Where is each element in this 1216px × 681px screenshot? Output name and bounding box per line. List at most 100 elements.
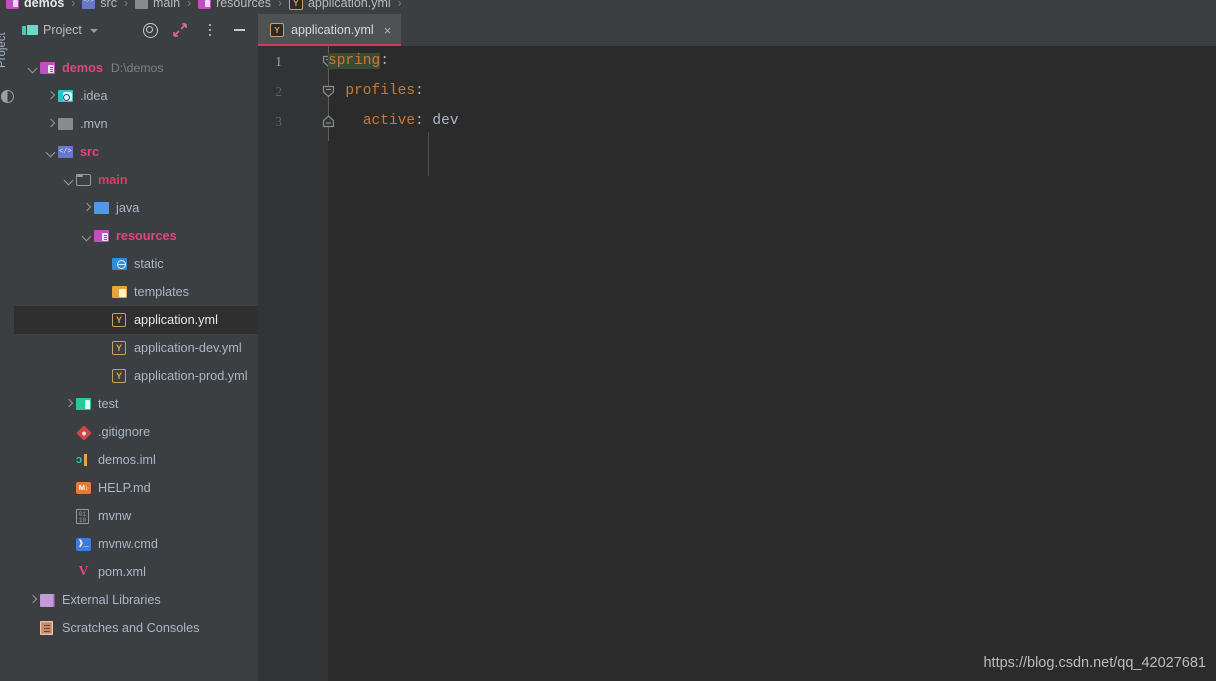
resources-folder-icon bbox=[198, 0, 212, 9]
yaml-colon: : bbox=[415, 83, 424, 99]
breadcrumb-label: main bbox=[152, 0, 181, 10]
tree-row[interactable]: static bbox=[14, 250, 258, 278]
structure-icon[interactable] bbox=[1, 90, 14, 103]
yaml-colon: : bbox=[380, 53, 389, 69]
breadcrumb-item-application-yml[interactable]: Y application.yml bbox=[288, 0, 391, 10]
breadcrumb-label: resources bbox=[216, 0, 271, 10]
tree-row[interactable]: test bbox=[14, 390, 258, 418]
tree-node-label: application-dev.yml bbox=[134, 341, 242, 355]
project-panel-header: Project bbox=[14, 14, 258, 46]
breadcrumb-separator: › bbox=[277, 0, 282, 10]
folder-magenta-icon bbox=[6, 0, 19, 9]
chevron-down-icon[interactable] bbox=[89, 28, 98, 33]
editor-gutter[interactable]: 1 2 3 bbox=[258, 46, 328, 681]
breadcrumb-item-demos[interactable]: demos bbox=[6, 0, 64, 10]
tree-row[interactable]: ɔ demos.iml bbox=[14, 446, 258, 474]
chevron-right-icon[interactable] bbox=[80, 201, 94, 215]
code-editor[interactable]: 1 2 3 spring: profiles: active: dev http… bbox=[258, 46, 1216, 681]
scratches-icon bbox=[40, 620, 57, 636]
test-folder-icon bbox=[76, 396, 93, 412]
tree-row[interactable]: .idea bbox=[14, 82, 258, 110]
yaml-file-icon: Y bbox=[288, 0, 303, 10]
tree-row[interactable]: java bbox=[14, 194, 258, 222]
breadcrumb: demos › src › main › resources › Y appli… bbox=[0, 0, 1216, 14]
tree-node-label: .gitignore bbox=[98, 425, 151, 439]
tool-strip-project-button[interactable]: Project bbox=[0, 32, 8, 68]
tree-row[interactable]: demos D:\demos bbox=[14, 54, 258, 82]
watermark-text: https://blog.csdn.net/qq_42027681 bbox=[983, 655, 1206, 671]
tree-node-label: templates bbox=[134, 285, 190, 299]
tab-application-yml[interactable]: Y application.yml × bbox=[258, 14, 402, 46]
tree-node-label: mvnw.cmd bbox=[98, 537, 158, 551]
yaml-key: profiles bbox=[345, 83, 416, 99]
tree-row[interactable]: Yapplication-prod.yml bbox=[14, 362, 258, 390]
breadcrumb-item-src[interactable]: src bbox=[82, 0, 117, 10]
breadcrumb-label: demos bbox=[24, 0, 65, 10]
yaml-key: active bbox=[362, 113, 416, 129]
tree-node-label: Scratches and Consoles bbox=[62, 621, 200, 635]
close-icon[interactable]: × bbox=[384, 24, 392, 37]
code-content[interactable]: spring: profiles: active: dev bbox=[328, 46, 1216, 681]
options-button[interactable] bbox=[202, 22, 218, 38]
breadcrumb-item-resources[interactable]: resources bbox=[198, 0, 271, 10]
select-opened-file-button[interactable] bbox=[142, 22, 158, 38]
hide-button[interactable] bbox=[232, 22, 248, 38]
tree-row[interactable]: resources bbox=[14, 222, 258, 250]
tree-row[interactable]: Yapplication.yml bbox=[14, 306, 258, 334]
tree-row[interactable]: M↓ HELP.md bbox=[14, 474, 258, 502]
breadcrumb-separator: › bbox=[71, 0, 76, 10]
tree-row[interactable]: ❱_ mvnw.cmd bbox=[14, 530, 258, 558]
project-tree[interactable]: demos D:\demos.idea .mvn src main java resourc… bbox=[14, 54, 258, 681]
line-number: 3 bbox=[275, 114, 282, 129]
chevron-right-icon[interactable] bbox=[62, 397, 76, 411]
external-libraries-icon bbox=[40, 592, 57, 608]
source-root-folder-icon bbox=[58, 144, 75, 160]
markdown-file-icon: M↓ bbox=[76, 480, 93, 496]
templates-folder-icon bbox=[112, 284, 129, 300]
project-panel-title-group[interactable]: Project bbox=[22, 23, 98, 37]
code-line[interactable]: spring: bbox=[328, 46, 389, 76]
chevron-down-icon[interactable] bbox=[62, 173, 76, 187]
collapse-all-button[interactable] bbox=[172, 22, 188, 38]
yaml-file-icon: Y bbox=[112, 340, 129, 356]
tree-row[interactable]: Vpom.xml bbox=[14, 558, 258, 586]
tree-row[interactable]: templates bbox=[14, 278, 258, 306]
chevron-right-icon[interactable] bbox=[44, 117, 58, 131]
tree-row[interactable]: Yapplication-dev.yml bbox=[14, 334, 258, 362]
chevron-down-icon[interactable] bbox=[80, 229, 94, 243]
tree-row[interactable]: src bbox=[14, 138, 258, 166]
tree-row[interactable]: main bbox=[14, 166, 258, 194]
java-source-folder-icon bbox=[94, 200, 111, 216]
breadcrumb-label: src bbox=[100, 0, 117, 10]
chevron-right-icon[interactable] bbox=[44, 89, 58, 103]
collapse-all-icon bbox=[173, 23, 187, 37]
tree-node-label: resources bbox=[116, 229, 177, 243]
tree-node-path: D:\demos bbox=[110, 61, 164, 75]
chevron-right-icon[interactable] bbox=[26, 593, 40, 607]
breadcrumb-item-main[interactable]: main bbox=[134, 0, 181, 10]
tree-node-label: .mvn bbox=[80, 117, 108, 131]
yaml-colon: : bbox=[415, 113, 424, 129]
yaml-indent bbox=[328, 113, 363, 129]
editor-tab-bar: Y application.yml × bbox=[258, 14, 1216, 46]
source-root-icon bbox=[82, 0, 96, 9]
shell-script-file-icon: 01 10 bbox=[76, 508, 93, 524]
gitignore-file-icon bbox=[76, 424, 93, 441]
tree-node-label: static bbox=[134, 257, 164, 271]
tree-row[interactable]: .mvn bbox=[14, 110, 258, 138]
tree-row[interactable]: Scratches and Consoles bbox=[14, 614, 258, 642]
folder-icon bbox=[58, 116, 75, 132]
chevron-down-icon[interactable] bbox=[44, 145, 58, 159]
project-tool-window: Project demos D:\demos .idea .mvn </> sr… bbox=[14, 14, 259, 681]
tree-row[interactable]: .gitignore bbox=[14, 418, 258, 446]
tree-row[interactable]: 01 10 mvnw bbox=[14, 502, 258, 530]
resources-folder-icon bbox=[94, 228, 111, 244]
chevron-down-icon[interactable] bbox=[26, 61, 40, 75]
tree-row[interactable]: External Libraries bbox=[14, 586, 258, 614]
